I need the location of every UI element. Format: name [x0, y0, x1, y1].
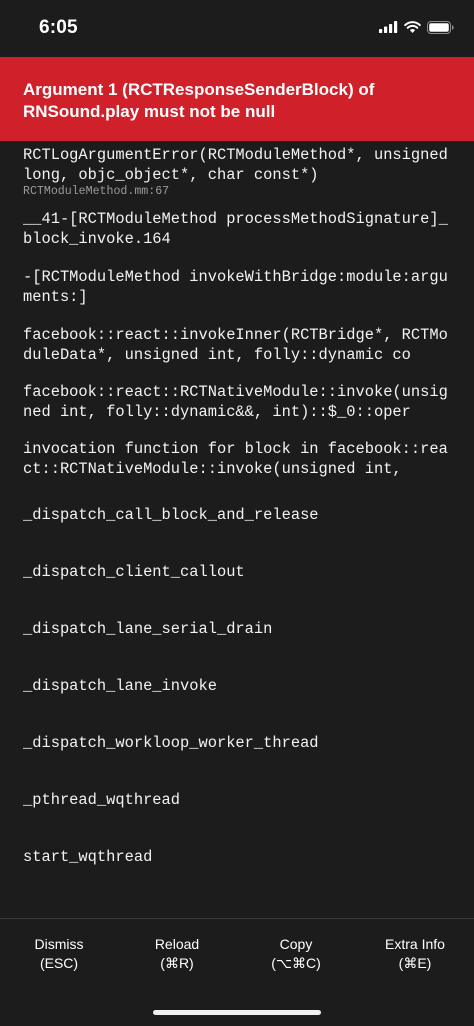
home-indicator	[153, 1010, 321, 1015]
stack-frame-text: facebook::react::invokeInner(RCTBridge*,…	[23, 326, 448, 364]
dismiss-button-label: Dismiss	[34, 936, 84, 952]
stack-frame-text: _dispatch_call_block_and_release	[23, 506, 319, 524]
stack-frame[interactable]: invocation function for block in faceboo…	[23, 439, 453, 479]
extra-info-button[interactable]: Extra Info (⌘E)	[356, 935, 474, 973]
copy-button-label: Copy	[279, 936, 313, 952]
stack-frame[interactable]: __41-[RCTModuleMethod processMethodSigna…	[23, 209, 453, 249]
error-banner: Argument 1 (RCTResponseSenderBlock) of R…	[0, 57, 474, 141]
reload-button-shortcut: (⌘R)	[160, 955, 194, 971]
stack-frame[interactable]: _dispatch_lane_invoke	[23, 676, 453, 696]
stack-frame-text: __41-[RCTModuleMethod processMethodSigna…	[23, 210, 448, 248]
reload-button[interactable]: Reload (⌘R)	[118, 935, 236, 973]
stack-frame[interactable]: -[RCTModuleMethod invokeWithBridge:modul…	[23, 267, 453, 307]
stack-frame[interactable]: _dispatch_call_block_and_release	[23, 505, 453, 525]
stack-frame-text: _dispatch_lane_invoke	[23, 677, 217, 695]
stack-frame-text: _dispatch_client_callout	[23, 563, 245, 581]
dismiss-button-shortcut: (ESC)	[39, 955, 79, 971]
status-time: 6:05	[39, 17, 78, 38]
status-icons	[379, 16, 454, 38]
error-message: Argument 1 (RCTResponseSenderBlock) of R…	[23, 80, 375, 121]
stack-frame[interactable]: facebook::react::RCTNativeModule::invoke…	[23, 382, 453, 422]
extra-info-button-label: Extra Info	[385, 936, 445, 952]
status-bar: 6:05	[0, 0, 474, 56]
stack-frame-text: start_wqthread	[23, 848, 153, 866]
stack-frame-text: _dispatch_workloop_worker_thread	[23, 734, 319, 752]
wifi-icon	[404, 21, 421, 33]
copy-button-shortcut: (⌥⌘C)	[271, 955, 321, 971]
stack-frame[interactable]: RCTLogArgumentError(RCTModuleMethod*, un…	[23, 145, 453, 199]
extra-info-button-shortcut: (⌘E)	[398, 955, 432, 971]
battery-icon	[427, 20, 454, 34]
stack-frame-text: RCTLogArgumentError(RCTModuleMethod*, un…	[23, 146, 448, 184]
stack-frame[interactable]: _dispatch_lane_serial_drain	[23, 619, 453, 639]
stack-frame-text: _pthread_wqthread	[23, 791, 181, 809]
stack-frame-text: -[RCTModuleMethod invokeWithBridge:modul…	[23, 268, 448, 306]
reload-button-label: Reload	[154, 936, 200, 952]
stack-frame[interactable]: _pthread_wqthread	[23, 790, 453, 810]
stack-frame-text: invocation function for block in faceboo…	[23, 440, 448, 478]
stack-frame-file: RCTModuleMethod.mm:67	[23, 185, 170, 198]
cellular-signal-icon	[379, 21, 398, 33]
stack-frame[interactable]: _dispatch_client_callout	[23, 562, 453, 582]
stack-frame[interactable]: start_wqthread	[23, 847, 453, 867]
dismiss-button[interactable]: Dismiss (ESC)	[0, 935, 118, 973]
stack-frame[interactable]: facebook::react::invokeInner(RCTBridge*,…	[23, 325, 453, 365]
stack-frame-text: facebook::react::RCTNativeModule::invoke…	[23, 383, 448, 421]
copy-button[interactable]: Copy (⌥⌘C)	[237, 935, 355, 973]
stack-frame-text: _dispatch_lane_serial_drain	[23, 620, 273, 638]
stack-frame[interactable]: _dispatch_workloop_worker_thread	[23, 733, 453, 753]
